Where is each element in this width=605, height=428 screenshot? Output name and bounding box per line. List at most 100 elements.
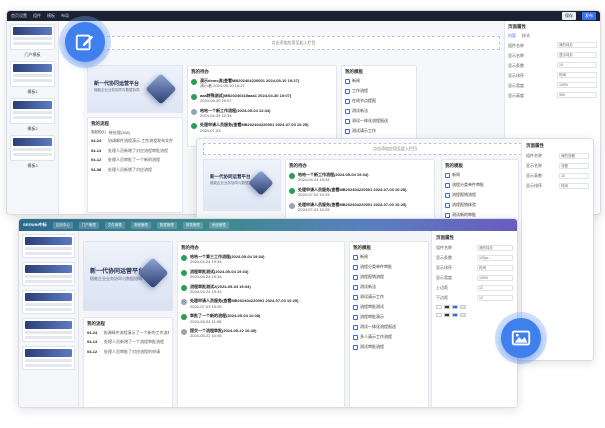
todo-item[interactable]: 哈哈一个新工作流程(2024-05-04 12:34) 2024-04-24 12… bbox=[191, 108, 333, 119]
template-thumbnail[interactable] bbox=[22, 262, 75, 286]
todo-item[interactable]: 提交一个流程审批(2024-05-22 10:45) 2024-05-22 10:… bbox=[181, 328, 341, 339]
template-item[interactable]: 多人请示工作流程 bbox=[353, 334, 425, 340]
publish-button[interactable]: 发布 bbox=[582, 12, 596, 20]
tab-initiated[interactable]: 发起的(1) bbox=[91, 130, 106, 135]
todo-item[interactable]: 流程审批测试2(2024-05-04 19:34) 2024-04-24 19:3… bbox=[181, 284, 341, 295]
template-item[interactable]: 流程报销体验 bbox=[445, 202, 515, 208]
nav-tab[interactable]: 文件管理 bbox=[104, 221, 125, 229]
color-swatch[interactable] bbox=[460, 305, 466, 309]
nav-tab[interactable]: 数据管理 bbox=[156, 221, 177, 229]
template-item[interactable]: 流程分类单件审批 bbox=[353, 264, 425, 270]
color-swatch[interactable] bbox=[452, 305, 458, 309]
property-input[interactable]: 100% bbox=[477, 275, 513, 281]
nav-tab[interactable]: 应用中心 bbox=[52, 221, 73, 229]
template-item[interactable]: 流程分类单件审批 bbox=[445, 182, 515, 188]
doc-icon bbox=[353, 304, 358, 310]
template-item[interactable]: 新闻 bbox=[445, 172, 515, 178]
process-item[interactable]: 04-14 处理人员新增了一个流程审批流程 bbox=[87, 339, 169, 344]
template-thumbnail[interactable] bbox=[10, 135, 55, 161]
template-sidebar bbox=[19, 231, 79, 407]
color-swatches[interactable] bbox=[436, 305, 513, 309]
add-component-bar[interactable]: 点击添加应用至此入栏目 bbox=[87, 36, 500, 50]
color-swatch[interactable] bbox=[460, 313, 466, 317]
topbar-menu-item[interactable]: 组件 bbox=[33, 13, 41, 19]
template-sidebar: 门户模板 模板1 模板2 模板3 bbox=[7, 21, 59, 214]
template-item[interactable]: 流程审批演示 bbox=[353, 314, 425, 320]
template-thumbnail[interactable] bbox=[10, 61, 55, 87]
process-text: 处理人员新增了对应流程 bbox=[108, 166, 152, 172]
process-item[interactable]: 04-24 协调邮件流程演示 工作流程发布文件 bbox=[91, 138, 179, 143]
template-thumbnail[interactable] bbox=[22, 346, 75, 370]
property-input[interactable]: 我的待办 bbox=[477, 245, 513, 251]
template-item[interactable]: 测试一体化流程报送 bbox=[345, 118, 413, 124]
template-thumbnail[interactable] bbox=[10, 24, 55, 50]
color-swatch[interactable] bbox=[444, 305, 450, 309]
property-input[interactable]: 100% bbox=[557, 82, 597, 89]
property-input[interactable]: 显示待办 bbox=[557, 52, 597, 59]
color-swatch[interactable] bbox=[444, 313, 450, 317]
process-item[interactable]: 04-14 处理人员新增了对应流程审批流程 bbox=[91, 148, 179, 153]
color-swatches[interactable] bbox=[436, 313, 513, 317]
avatar bbox=[181, 284, 187, 291]
todo-item[interactable]: 审批了一个新的流程(2024-05-04 11:08) 2024-05-04 11… bbox=[181, 313, 341, 324]
template-item[interactable]: 新闻 bbox=[345, 78, 413, 84]
template-item[interactable]: 流程审批测试 bbox=[353, 304, 425, 310]
template-item[interactable]: 流程报销流程 bbox=[353, 274, 425, 280]
property-input[interactable]: 时间 bbox=[559, 183, 589, 189]
todo-item[interactable]: 处理申请人员服务(查看MB202404220001 2024-07-03 10:… bbox=[191, 122, 333, 133]
process-item[interactable]: 04-24 协调邮件流程演示了一个新的工作流程 bbox=[87, 330, 169, 335]
tab-content[interactable]: 内容 bbox=[508, 33, 516, 38]
color-swatch[interactable] bbox=[452, 313, 458, 317]
property-input[interactable]: 时间 bbox=[477, 265, 513, 271]
property-input[interactable]: 12 bbox=[477, 295, 513, 301]
template-item[interactable]: 测试新法 bbox=[353, 284, 425, 290]
save-button[interactable]: 保存 bbox=[562, 12, 576, 20]
nav-tab[interactable]: 流程管理 bbox=[130, 221, 151, 229]
template-thumbnail[interactable] bbox=[22, 290, 75, 314]
property-input[interactable]: 流程 bbox=[559, 163, 589, 169]
topbar-menu-item[interactable]: 模板 bbox=[47, 13, 55, 19]
property-input[interactable]: 我的流程 bbox=[559, 153, 589, 159]
color-swatch[interactable] bbox=[436, 305, 442, 309]
topbar-menu-item[interactable]: 首页设置 bbox=[11, 13, 27, 19]
template-thumbnail[interactable] bbox=[22, 234, 75, 258]
topbar-menu-item[interactable]: 布局 bbox=[61, 13, 69, 19]
template-item[interactable]: 在线节点提报 bbox=[345, 98, 413, 104]
todo-item[interactable]: 处理申请人员服务(查看MB202404220001 2024-07-03 10:… bbox=[289, 202, 431, 213]
property-input[interactable]: 10 bbox=[557, 62, 597, 69]
tab-pending[interactable]: 待处理(266) bbox=[109, 130, 130, 135]
nav-tab[interactable]: 门户管理 bbox=[78, 221, 99, 229]
template-item[interactable]: 测试审批流程 bbox=[353, 344, 425, 350]
property-input[interactable]: 100px bbox=[477, 255, 513, 261]
todo-item[interactable]: aaa特殊测试(MB20240415aaa1 2024-04-30 10:07)… bbox=[191, 93, 333, 104]
template-item[interactable]: 工作流程 bbox=[345, 88, 413, 94]
process-item[interactable]: 04-12 处理人员审批了一个新的流程 bbox=[91, 157, 179, 162]
template-item[interactable]: 测试请示工作 bbox=[345, 128, 413, 134]
property-input[interactable]: 时间 bbox=[557, 72, 597, 79]
template-thumbnail[interactable] bbox=[10, 98, 55, 124]
template-thumbnail[interactable] bbox=[22, 318, 75, 342]
doc-icon bbox=[445, 182, 450, 188]
template-item[interactable]: 新闻 bbox=[353, 254, 425, 260]
todo-meta: 2024-07-03 bbox=[200, 127, 221, 133]
template-item[interactable]: 流程报销流程 bbox=[445, 192, 515, 198]
tab-style[interactable]: 样式 bbox=[522, 33, 530, 38]
process-item[interactable]: 04-12 处理人员审批了对应流程的申请 bbox=[87, 349, 169, 354]
property-input[interactable]: 我的待办 bbox=[557, 42, 597, 49]
todo-item[interactable]: 流程审批测试(2024-05-04 19:34) 2024-04-24 19:34 bbox=[181, 269, 341, 280]
property-input[interactable]: 300 bbox=[557, 92, 597, 99]
property-input[interactable]: 10 bbox=[559, 173, 589, 179]
nav-tab[interactable]: 系统管理 bbox=[208, 221, 229, 229]
todo-item[interactable]: 哈哈一个第三工作流程(2024-05-04 19:34) 2024-04-24 1… bbox=[181, 254, 341, 265]
template-item[interactable]: 测试请示工作 bbox=[353, 294, 425, 300]
color-swatch[interactable] bbox=[436, 313, 442, 317]
property-input[interactable]: 12 bbox=[477, 285, 513, 291]
todo-item[interactable]: 处理申请人员服务(查看MB202404220001 2024-07-03 10:… bbox=[181, 298, 341, 309]
template-item[interactable]: 测试一体化流程报送 bbox=[353, 324, 425, 330]
template-item[interactable]: 测试新法 bbox=[345, 108, 413, 114]
process-item[interactable]: 04-08 处理人员新增了对应流程 bbox=[91, 167, 179, 172]
todo-item[interactable]: 哈哈一个新工作流程(2024-05-04 19:34) 2024-04-24 19… bbox=[289, 172, 431, 183]
todo-item[interactable]: 处理申请人员服务(查看MB202404220001 2024-07-03 10:… bbox=[289, 187, 431, 198]
nav-tab[interactable]: 报表管理 bbox=[182, 221, 203, 229]
todo-item[interactable]: 演示demo流(查看MB202404220001 2024-05-10 10:2… bbox=[191, 78, 333, 89]
